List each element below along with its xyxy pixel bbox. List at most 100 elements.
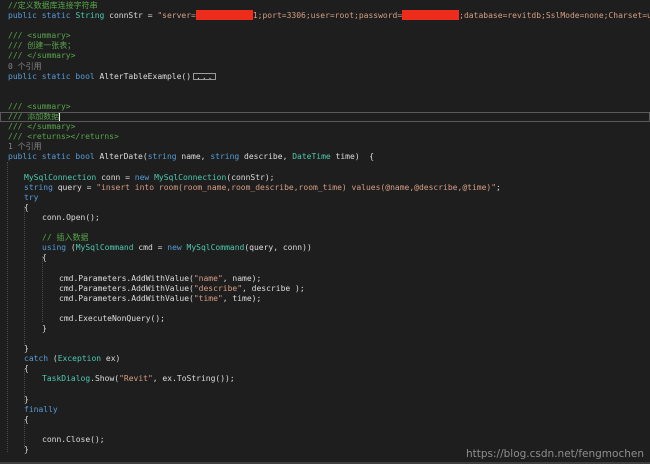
code-token: cmd.Parameters.AddWithValue( xyxy=(59,294,194,303)
code-line[interactable] xyxy=(0,263,650,273)
code-token: "time" xyxy=(194,294,223,303)
code-line[interactable]: cmd.ExecuteNonQuery(); xyxy=(0,314,650,324)
code-token: AlterTableExample() xyxy=(95,72,191,81)
code-token: // 插入数据 xyxy=(42,233,88,242)
code-token: "name" xyxy=(194,274,223,283)
code-line[interactable]: public static String connStr = "server=1… xyxy=(0,11,650,21)
code-token: ( xyxy=(66,243,76,252)
code-line[interactable]: } xyxy=(0,344,650,354)
code-line[interactable]: 1 个引用 xyxy=(0,142,650,152)
code-line[interactable] xyxy=(0,163,650,173)
indent-guide xyxy=(24,369,25,402)
code-line[interactable]: // 插入数据 xyxy=(0,233,650,243)
code-line[interactable]: MySqlConnection conn = new MySqlConnecti… xyxy=(0,173,650,183)
codelens-references[interactable]: 0 个引用 xyxy=(8,62,42,71)
code-line[interactable]: conn.Open(); xyxy=(0,213,650,223)
code-line[interactable]: /// </summary> xyxy=(0,122,650,132)
code-token: conn.Close(); xyxy=(42,435,105,444)
code-line[interactable]: //定义数据库连接字符串 xyxy=(0,1,650,11)
code-line[interactable]: /// <summary> xyxy=(0,31,650,41)
text-caret xyxy=(59,112,60,121)
code-line[interactable]: conn.Close(); xyxy=(0,435,650,445)
code-line[interactable]: TaskDialog.Show("Revit", ex.ToString()); xyxy=(0,374,650,384)
code-token: //定义数据库连接字符串 xyxy=(8,1,98,10)
code-line[interactable]: { xyxy=(0,364,650,374)
watermark-url: https://blog.csdn.net/fengmochen xyxy=(466,448,644,460)
code-line[interactable] xyxy=(0,334,650,344)
code-line[interactable]: cmd.Parameters.AddWithValue("describe", … xyxy=(0,284,650,294)
code-line[interactable] xyxy=(0,223,650,233)
code-line[interactable]: /// 添加数据 xyxy=(0,112,650,122)
indent-guide xyxy=(24,206,25,346)
code-token: new xyxy=(135,173,149,182)
code-token: ; xyxy=(496,183,501,192)
code-editor[interactable]: //定义数据库连接字符串public static String connStr… xyxy=(0,0,650,464)
code-token: name, xyxy=(177,152,211,161)
code-token: ;database=revitdb;SslMode=none;Charset=u… xyxy=(459,11,650,20)
code-token: AlterDate( xyxy=(95,152,148,161)
code-line[interactable]: /// 创建一张表； xyxy=(0,41,650,51)
code-token: ( xyxy=(48,354,58,363)
code-token: , ex.ToString()); xyxy=(153,374,235,383)
code-line[interactable] xyxy=(0,304,650,314)
code-token: MySqlConnection xyxy=(154,173,226,182)
code-line[interactable]: /// <summary> xyxy=(0,102,650,112)
code-line[interactable]: /// </summary> xyxy=(0,51,650,61)
code-token: /// 添加数据 xyxy=(8,112,59,121)
code-token: /// </summary> xyxy=(8,51,75,60)
code-token: MySqlConnection xyxy=(24,173,96,182)
code-line[interactable]: } xyxy=(0,395,650,405)
code-token: /// 创建一张表； xyxy=(8,41,75,50)
code-token: TaskDialog xyxy=(42,374,90,383)
code-line[interactable]: /// <returns></returns> xyxy=(0,132,650,142)
code-token: ex) xyxy=(101,354,120,363)
code-token: (connStr); xyxy=(226,173,274,182)
code-line[interactable]: finally xyxy=(0,405,650,415)
code-line[interactable]: string query = "insert into room(room_na… xyxy=(0,183,650,193)
code-token: new xyxy=(167,243,181,252)
code-line[interactable]: } xyxy=(0,324,650,334)
code-token: "server= xyxy=(157,11,196,20)
code-line[interactable]: try xyxy=(0,193,650,203)
code-token: 1;port=3306;user=root;password= xyxy=(253,11,402,20)
code-token: , time); xyxy=(223,294,262,303)
code-token: finally xyxy=(24,405,58,414)
code-token: (query, conn)) xyxy=(244,243,311,252)
code-line[interactable]: public static bool AlterDate( string name… xyxy=(0,152,650,162)
indent-guide xyxy=(42,256,43,322)
code-line[interactable] xyxy=(0,425,650,435)
redaction-overlay xyxy=(196,10,253,20)
code-token: MySqlCommand xyxy=(76,243,134,252)
code-token: public static bool xyxy=(8,152,95,161)
code-token: public static xyxy=(8,11,75,20)
code-line[interactable]: { xyxy=(0,253,650,263)
code-line[interactable]: cmd.Parameters.AddWithValue("time", time… xyxy=(0,294,650,304)
code-line[interactable]: 0 个引用 xyxy=(0,62,650,72)
code-lines: //定义数据库连接字符串public static String connStr… xyxy=(0,1,650,455)
code-token: catch xyxy=(24,354,48,363)
code-token: "insert into room(room_name,room_describ… xyxy=(96,183,496,192)
code-token: /// <summary> xyxy=(8,102,71,111)
code-token: } xyxy=(42,324,47,333)
code-token: cmd = xyxy=(134,243,168,252)
code-token: cmd.Parameters.AddWithValue( xyxy=(59,274,194,283)
code-line[interactable]: public static bool AlterTableExample()..… xyxy=(0,72,650,82)
code-token: Exception xyxy=(58,354,101,363)
collapsed-region-toggle[interactable]: ... xyxy=(193,73,216,80)
code-token: try xyxy=(24,193,38,202)
code-token: DateTime xyxy=(292,152,331,161)
code-line[interactable] xyxy=(0,21,650,31)
code-token: public static bool xyxy=(8,72,95,81)
code-line[interactable]: { xyxy=(0,415,650,425)
code-line[interactable]: { xyxy=(0,203,650,213)
code-line[interactable]: catch (Exception ex) xyxy=(0,354,650,364)
code-line[interactable] xyxy=(0,82,650,92)
code-line[interactable] xyxy=(0,385,650,395)
code-token: string xyxy=(210,152,239,161)
code-line[interactable] xyxy=(0,92,650,102)
code-line[interactable]: using (MySqlCommand cmd = new MySqlComma… xyxy=(0,243,650,253)
code-line[interactable]: cmd.Parameters.AddWithValue("name", name… xyxy=(0,274,650,284)
code-token: string xyxy=(24,183,53,192)
codelens-references[interactable]: 1 个引用 xyxy=(8,142,42,151)
code-token: describe, xyxy=(239,152,292,161)
